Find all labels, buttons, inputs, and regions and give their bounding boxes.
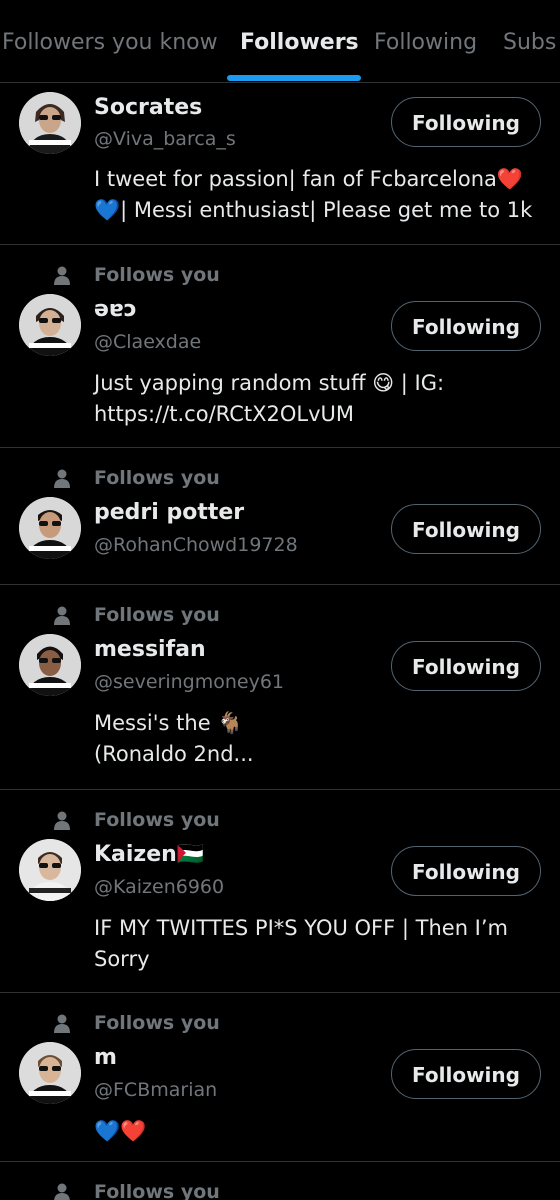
following-button[interactable]: Following <box>391 846 541 896</box>
user-handle[interactable]: @FCBmarian <box>94 1079 217 1101</box>
user-row[interactable]: Follows you pedri potter @RohanChowd1972… <box>0 448 560 585</box>
user-bio: I tweet for passion| fan of Fcbarcelona❤… <box>94 167 533 222</box>
avatar[interactable] <box>19 497 81 559</box>
tab-following[interactable]: Following <box>374 30 477 55</box>
user-handle[interactable]: @severingmoney61 <box>94 671 284 693</box>
user-bio: Messi's the 🐐 (Ronaldo 2nd... <box>94 711 254 766</box>
following-button[interactable]: Following <box>391 504 541 554</box>
follows-you-label: Follows you <box>94 467 220 489</box>
person-icon <box>54 469 70 488</box>
tab-subscriptions[interactable]: Subs <box>503 30 556 55</box>
user-row[interactable]: Follows you messifan @severingmoney61 Fo… <box>0 585 560 790</box>
user-display-name[interactable]: əɐɔ <box>94 297 137 322</box>
follows-you-label: Follows you <box>94 1012 220 1034</box>
user-row[interactable]: Follows you <box>0 1162 560 1200</box>
user-bio: Just yapping random stuff 😋 | IG: https:… <box>94 371 445 426</box>
user-display-name[interactable]: messifan <box>94 637 206 662</box>
user-row[interactable]: Follows you m @FCBmarian Following 💙❤️ <box>0 993 560 1162</box>
user-display-name[interactable]: m <box>94 1045 117 1070</box>
followers-page: Followers you know Followers Following S… <box>0 0 560 1200</box>
avatar[interactable] <box>19 634 81 696</box>
follows-you-label: Follows you <box>94 604 220 626</box>
tab-followers-you-know[interactable]: Followers you know <box>2 30 218 55</box>
active-tab-indicator <box>227 75 361 81</box>
follows-you-label: Follows you <box>94 809 220 831</box>
follows-you-label: Follows you <box>94 264 220 286</box>
user-handle[interactable]: @Kaizen6960 <box>94 876 224 898</box>
user-handle[interactable]: @Claexdae <box>94 331 201 353</box>
user-display-name[interactable]: Socrates <box>94 95 202 120</box>
person-icon <box>54 266 70 285</box>
user-row[interactable]: Follows you Kaizen🇵🇸 @Kaizen6960 Followi… <box>0 790 560 993</box>
user-display-name[interactable]: pedri potter <box>94 500 244 525</box>
avatar[interactable] <box>19 1042 81 1104</box>
avatar[interactable] <box>19 294 81 356</box>
avatar[interactable] <box>19 92 81 154</box>
tab-followers[interactable]: Followers <box>240 30 359 55</box>
user-bio: 💙❤️ <box>94 1119 147 1143</box>
following-button[interactable]: Following <box>391 1049 541 1099</box>
user-row[interactable]: Follows you əɐɔ @Claexdae Following Just… <box>0 245 560 448</box>
person-icon <box>54 1183 70 1200</box>
user-row[interactable]: Socrates @Viva_barca_s Following I tweet… <box>0 82 560 245</box>
following-button[interactable]: Following <box>391 301 541 351</box>
avatar[interactable] <box>19 839 81 901</box>
user-display-name[interactable]: Kaizen🇵🇸 <box>94 842 204 867</box>
following-button[interactable]: Following <box>391 97 541 147</box>
user-handle[interactable]: @Viva_barca_s <box>94 128 236 150</box>
person-icon <box>54 1014 70 1033</box>
user-handle[interactable]: @RohanChowd19728 <box>94 534 298 556</box>
user-bio: IF MY TWITTES PI*S YOU OFF | Then I’m So… <box>94 916 509 971</box>
person-icon <box>54 811 70 830</box>
person-icon <box>54 606 70 625</box>
follows-you-label: Follows you <box>94 1181 220 1200</box>
tab-bar: Followers you know Followers Following S… <box>0 0 560 83</box>
following-button[interactable]: Following <box>391 641 541 691</box>
